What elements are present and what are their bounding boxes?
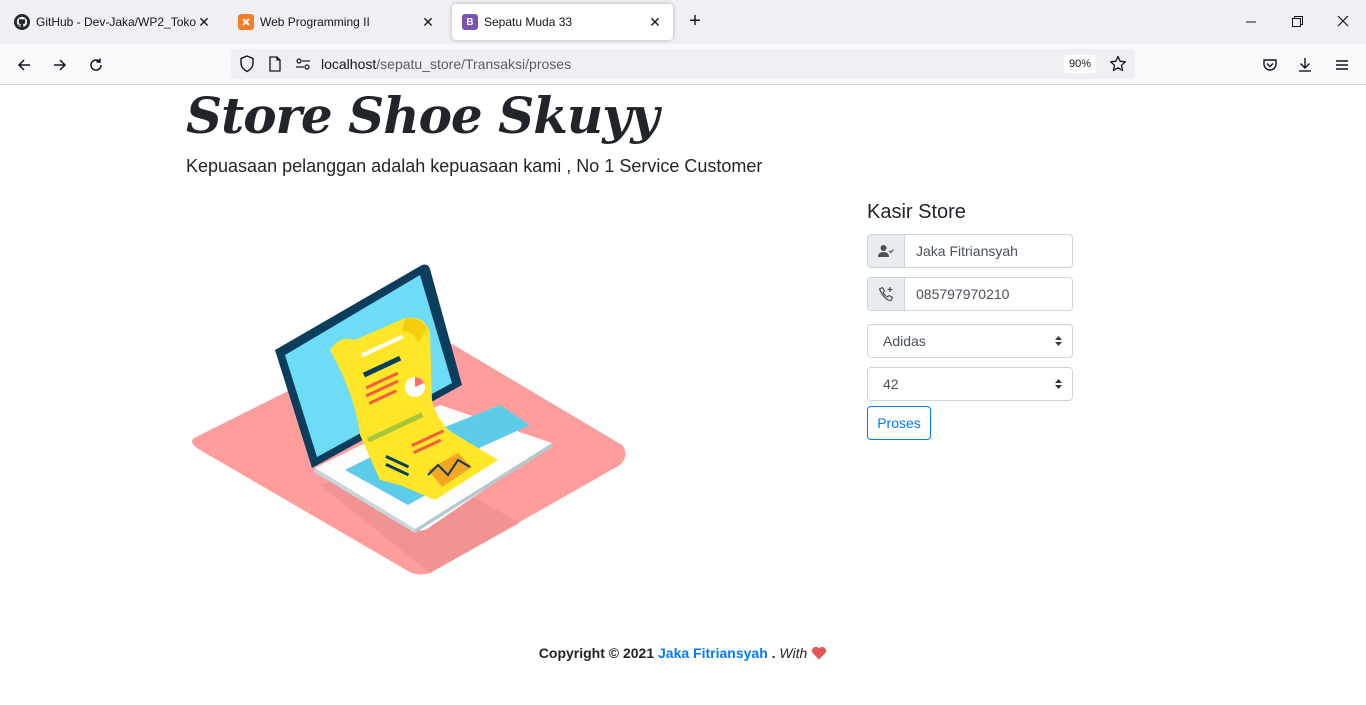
navigation-toolbar: localhost/sepatu_store/Transaksi/proses … xyxy=(0,44,1366,85)
back-icon[interactable] xyxy=(11,52,37,78)
url-path: /sepatu_store/Transaksi/proses xyxy=(376,56,572,72)
bootstrap-icon: B xyxy=(462,14,478,30)
permissions-icon[interactable] xyxy=(295,57,311,76)
select-caret-icon xyxy=(1055,379,1062,389)
size-select-value: 42 xyxy=(883,376,899,392)
page-info-icon[interactable] xyxy=(268,56,282,77)
minimize-icon[interactable] xyxy=(1241,12,1261,32)
proses-button[interactable]: Proses xyxy=(867,406,931,440)
footer-with: With xyxy=(779,645,808,661)
url-text[interactable]: localhost/sepatu_store/Transaksi/proses xyxy=(321,56,571,72)
brand-title: Store Shoe Skuyy xyxy=(186,86,659,145)
author-link[interactable]: Jaka Fitriansyah xyxy=(658,645,768,661)
zoom-indicator[interactable]: 90% xyxy=(1064,55,1096,73)
shield-icon[interactable] xyxy=(239,55,255,78)
close-tab-icon[interactable]: ✕ xyxy=(647,14,663,31)
new-tab-icon[interactable]: + xyxy=(683,10,707,34)
tab-github[interactable]: GitHub - Dev-Jaka/WP2_Toko_s ✕ xyxy=(4,4,222,40)
phone-plus-icon xyxy=(868,278,905,310)
menu-icon[interactable] xyxy=(1329,52,1355,78)
tagline: Kepuasaan pelanggan adalah kepuasaan kam… xyxy=(186,156,763,176)
cashier-name-field[interactable]: Jaka Fitriansyah xyxy=(867,234,1073,268)
tab-title: Web Programming II xyxy=(260,15,370,29)
tab-title: GitHub - Dev-Jaka/WP2_Toko_s xyxy=(36,15,196,29)
kasir-title: Kasir Store xyxy=(867,201,966,223)
url-bar[interactable]: localhost/sepatu_store/Transaksi/proses … xyxy=(231,49,1135,79)
bookmark-star-icon[interactable] xyxy=(1109,55,1127,78)
tab-strip: GitHub - Dev-Jaka/WP2_Toko_s ✕ Web Progr… xyxy=(0,0,1366,44)
pocket-icon[interactable] xyxy=(1257,52,1283,78)
user-check-icon xyxy=(868,235,905,267)
tab-sepatu-muda[interactable]: B Sepatu Muda 33 ✕ xyxy=(452,4,673,40)
footer-dot: . xyxy=(771,645,776,661)
cashier-phone-value: 085797970210 xyxy=(916,286,1010,302)
laptop-receipt-illustration xyxy=(190,255,630,575)
xampp-icon xyxy=(238,14,254,30)
github-icon xyxy=(14,14,30,30)
reload-icon[interactable] xyxy=(83,52,109,78)
close-tab-icon[interactable]: ✕ xyxy=(420,14,436,31)
cashier-name-value: Jaka Fitriansyah xyxy=(916,243,1018,259)
heart-icon xyxy=(811,646,827,663)
close-window-icon[interactable] xyxy=(1333,12,1353,32)
url-host: localhost xyxy=(321,56,377,72)
brand-select[interactable]: Adidas xyxy=(867,324,1073,358)
forward-icon[interactable] xyxy=(47,52,73,78)
cashier-phone-field[interactable]: 085797970210 xyxy=(867,277,1073,311)
size-select[interactable]: 42 xyxy=(867,367,1073,401)
restore-icon[interactable] xyxy=(1287,12,1307,32)
brand-select-value: Adidas xyxy=(883,333,926,349)
tab-title: Sepatu Muda 33 xyxy=(484,15,573,29)
copyright-text: Copyright © 2021 xyxy=(538,645,655,661)
close-tab-icon[interactable]: ✕ xyxy=(196,14,212,31)
tab-web-programming[interactable]: Web Programming II ✕ xyxy=(228,4,446,40)
select-caret-icon xyxy=(1055,336,1062,346)
downloads-icon[interactable] xyxy=(1292,52,1318,78)
footer: Copyright © 2021 Jaka Fitriansyah . With xyxy=(0,645,1366,663)
